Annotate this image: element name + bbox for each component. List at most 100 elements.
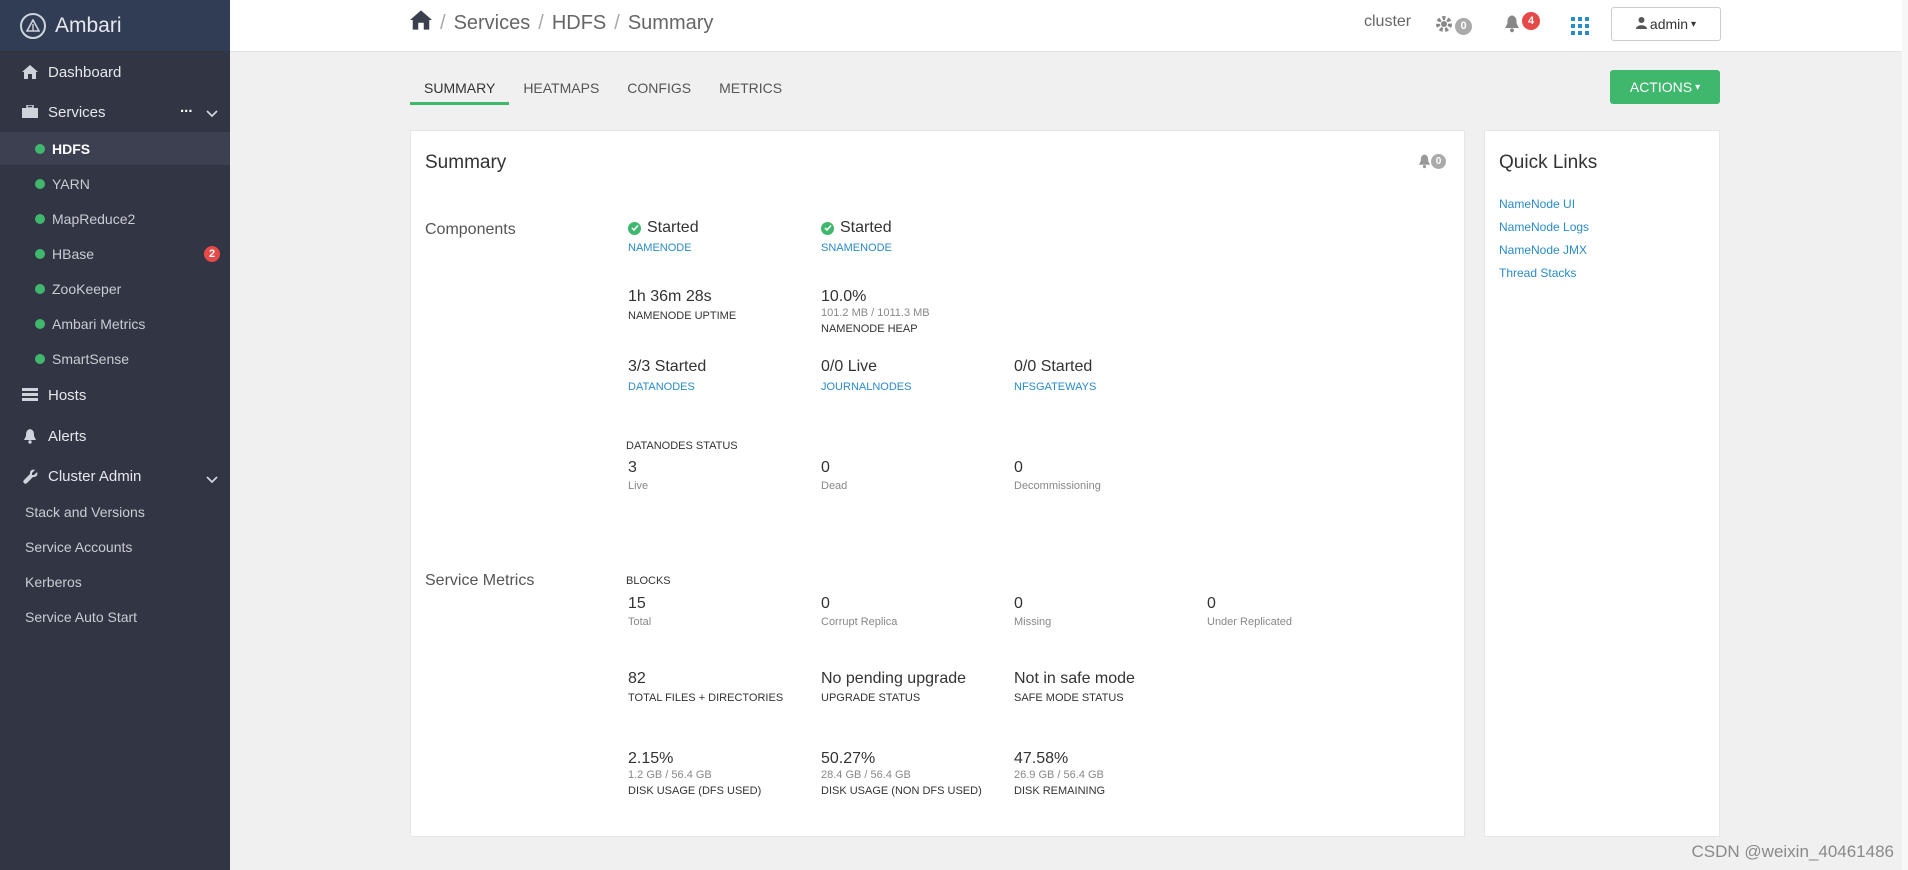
metric-value: 0 xyxy=(821,595,830,612)
sidebar-item-services[interactable]: Services ... xyxy=(0,99,230,125)
ambari-logo-icon xyxy=(20,12,46,39)
sidebar-item-cluster-admin[interactable]: Cluster Admin xyxy=(0,463,230,489)
sidebar-item-hosts[interactable]: Hosts xyxy=(0,382,230,408)
sidebar-service-zookeeper[interactable]: ZooKeeper xyxy=(0,272,230,305)
alerts-button[interactable]: 4 xyxy=(1504,0,1540,52)
section-heading: BLOCKS xyxy=(626,575,671,587)
tab-configs[interactable]: CONFIGS xyxy=(613,78,705,105)
quick-link-thread-stacks[interactable]: Thread Stacks xyxy=(1499,266,1576,280)
caret-down-icon: ▾ xyxy=(1695,81,1701,93)
check-circle-icon xyxy=(821,221,834,235)
metric-label: UPGRADE STATUS xyxy=(821,692,921,704)
sidebar-service-smartsense[interactable]: SmartSense xyxy=(0,342,230,375)
watermark: CSDN @weixin_40461486 xyxy=(1691,842,1894,861)
sidebar-item-label: Cluster Admin xyxy=(48,467,142,485)
service-label: HBase xyxy=(52,245,95,262)
disk-usage-non-dfs: 50.27% 28.4 GB / 56.4 GB DISK USAGE (NON… xyxy=(821,750,982,797)
quick-link-namenode-ui[interactable]: NameNode UI xyxy=(1499,197,1575,211)
metric-value: 0 xyxy=(1014,459,1023,476)
bell-icon xyxy=(1504,14,1520,38)
sidebar-admin-kerberos[interactable]: Kerberos xyxy=(25,574,82,590)
nfsgateways-summary: 0/0 Started NFSGATEWAYS xyxy=(1014,358,1096,393)
blocks-title: BLOCKS xyxy=(626,571,671,587)
tab-metrics[interactable]: METRICS xyxy=(705,78,796,105)
status-dot xyxy=(35,318,45,329)
blocks-under-replicated: 0 Under Replicated xyxy=(1207,595,1292,628)
user-menu-button[interactable]: admin ▾ xyxy=(1611,7,1721,41)
tab-summary[interactable]: SUMMARY xyxy=(410,78,510,105)
chevron-down-icon[interactable] xyxy=(206,471,218,488)
breadcrumb-separator: / xyxy=(614,11,620,34)
metric-value: 1h 36m 28s xyxy=(628,288,712,305)
metric-sub: 1.2 GB / 56.4 GB xyxy=(628,769,712,781)
sidebar-item-dashboard[interactable]: Dashboard xyxy=(0,59,230,85)
tab-heatmaps[interactable]: HEATMAPS xyxy=(509,78,613,105)
services-more-button[interactable]: ... xyxy=(180,99,193,116)
check-circle-icon xyxy=(628,221,641,235)
status-dot xyxy=(35,143,45,154)
quick-link-namenode-logs[interactable]: NameNode Logs xyxy=(1499,220,1589,234)
nfsgateways-link[interactable]: NFSGATEWAYS xyxy=(1014,381,1096,393)
quick-link-namenode-jmx[interactable]: NameNode JMX xyxy=(1499,243,1587,257)
metric-value: 0 xyxy=(821,459,830,476)
sidebar-admin-service-accounts[interactable]: Service Accounts xyxy=(25,539,132,555)
metric-label: DISK REMAINING xyxy=(1014,785,1106,797)
sidebar-admin-service-auto-start[interactable]: Service Auto Start xyxy=(25,609,137,625)
apps-grid-icon[interactable] xyxy=(1571,0,1589,52)
sidebar-item-label: Services xyxy=(48,103,106,121)
status-dot xyxy=(35,283,45,294)
summary-alerts[interactable]: 0 xyxy=(1418,153,1446,174)
metric-value: 82 xyxy=(628,670,646,687)
sidebar-service-hbase[interactable]: HBase 2 xyxy=(0,237,230,270)
metric-value: 0 xyxy=(1014,595,1023,612)
sidebar-service-mapreduce2[interactable]: MapReduce2 xyxy=(0,202,230,235)
metric-value: 0/0 Live xyxy=(821,358,878,375)
breadcrumb-services[interactable]: Services xyxy=(454,12,531,35)
metric-value: 3/3 Started xyxy=(628,358,707,375)
datanodes-link[interactable]: DATANODES xyxy=(628,381,706,393)
status-dot xyxy=(35,178,45,189)
metric-value: 2.15% xyxy=(628,750,674,767)
breadcrumb: / Services / HDFS / Summary xyxy=(410,10,713,36)
status-dot xyxy=(35,353,45,364)
components-label: Components xyxy=(425,221,516,238)
hbase-alert-badge[interactable]: 2 xyxy=(204,246,220,262)
gear-icon xyxy=(1434,14,1454,39)
sidebar-service-hdfs[interactable]: HDFS xyxy=(0,132,230,165)
quick-links-title: Quick Links xyxy=(1499,152,1598,173)
breadcrumb-service[interactable]: HDFS xyxy=(552,12,606,35)
journalnodes-summary: 0/0 Live JOURNALNODES xyxy=(821,358,911,393)
background-ops[interactable]: 0 xyxy=(1434,0,1472,52)
metric-value: 47.58% xyxy=(1014,750,1069,767)
home-icon[interactable] xyxy=(410,10,432,36)
chevron-down-icon[interactable] xyxy=(206,105,218,122)
metric-value: No pending upgrade xyxy=(821,670,967,687)
metric-sub: 26.9 GB / 56.4 GB xyxy=(1014,769,1104,781)
datanodes-summary: 3/3 Started DATANODES xyxy=(628,358,706,393)
sidebar-item-alerts[interactable]: Alerts xyxy=(0,423,230,449)
metric-label: Missing xyxy=(1014,616,1052,628)
page-scrollbar[interactable] xyxy=(1902,0,1908,870)
actions-button[interactable]: ACTIONS ▾ xyxy=(1610,70,1720,104)
datanodes-live: 3 Live xyxy=(628,459,648,492)
sidebar-item-label: Dashboard xyxy=(48,63,122,81)
ops-count-badge: 0 xyxy=(1455,17,1472,35)
sidebar-item-label: Hosts xyxy=(48,386,87,404)
upgrade-status: No pending upgrade UPGRADE STATUS xyxy=(821,670,966,704)
sidebar-service-yarn[interactable]: YARN xyxy=(0,167,230,200)
journalnodes-link[interactable]: JOURNALNODES xyxy=(821,381,911,393)
brand[interactable]: Ambari xyxy=(0,0,230,51)
snamenode-link[interactable]: SNAMENODE xyxy=(821,242,892,254)
safe-mode-status: Not in safe mode SAFE MODE STATUS xyxy=(1014,670,1135,704)
cluster-name[interactable]: cluster xyxy=(1364,13,1411,31)
metric-value: 10.0% xyxy=(821,288,867,305)
section-heading: DATANODES STATUS xyxy=(626,440,738,452)
status-dot xyxy=(35,248,45,259)
namenode-link[interactable]: NAMENODE xyxy=(628,242,699,254)
sidebar-service-ambari-metrics[interactable]: Ambari Metrics xyxy=(0,307,230,340)
metric-label: DISK USAGE (NON DFS USED) xyxy=(821,785,982,797)
metric-label: NAMENODE HEAP xyxy=(821,323,918,335)
sidebar-admin-stack-versions[interactable]: Stack and Versions xyxy=(25,504,145,520)
metric-label: Under Replicated xyxy=(1207,616,1292,628)
blocks-total: 15 Total xyxy=(628,595,651,628)
